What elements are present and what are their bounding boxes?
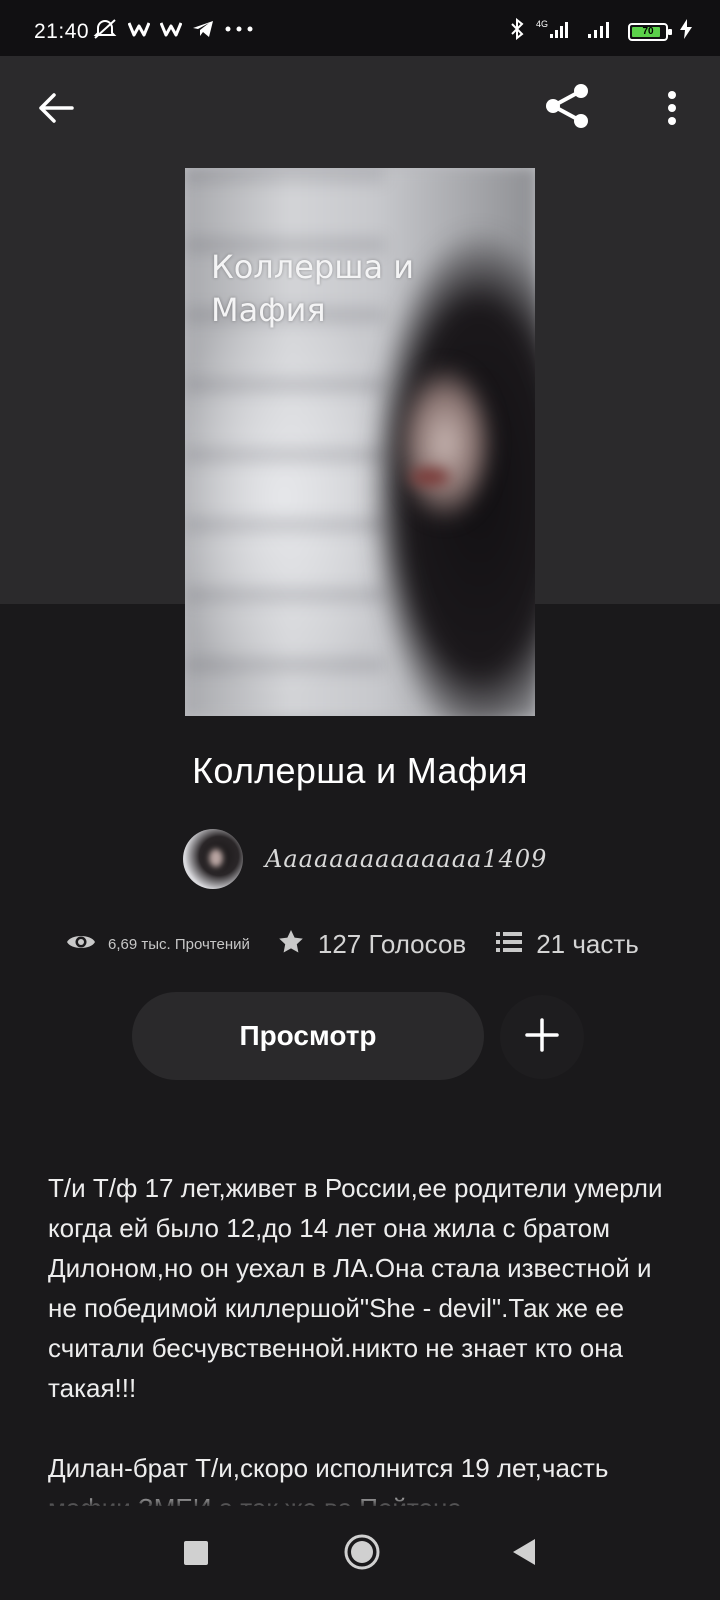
star-icon [278,929,304,960]
story-stats: 6,69 тыс. Прочтений 127 Голосов 21 часть [66,922,666,966]
w-app-icon [160,20,182,38]
signal-icon [586,18,616,45]
story-title: Коллерша и Мафия [192,750,528,791]
home-button[interactable] [338,1530,386,1578]
back-button[interactable] [30,84,82,136]
status-time: 21:40 [34,20,90,43]
reads-stat: 6,69 тыс. Прочтений [66,931,250,958]
svg-text:4G: 4G [536,19,548,29]
w-app-icon [128,20,150,38]
alarm-off-icon [92,18,118,40]
bluetooth-icon [510,17,524,45]
system-back-button[interactable] [504,1534,544,1574]
more-options-button[interactable] [650,84,694,136]
signal-4g-icon: 4G [536,18,574,45]
telegram-icon [192,20,214,38]
battery-icon: 70 [628,22,672,41]
battery-level: 70 [642,25,654,37]
square-icon [183,1540,209,1570]
parts-stat: 21 часть [496,929,639,960]
read-button[interactable]: Просмотр [132,992,484,1080]
description-fade [0,1490,720,1510]
plus-icon [525,1018,559,1056]
avatar [183,829,243,889]
list-icon [496,931,523,958]
triangle-back-icon [511,1537,537,1571]
status-left-icons [92,18,254,40]
author-name: Aaaaaaaaaaaaaa1409 [265,845,548,873]
parts-count: 21 часть [536,928,639,959]
more-dots-icon [224,24,254,34]
reads-count: 6,69 тыс. Прочтений [108,935,250,953]
cover-title-text: Коллерша и Мафия [211,248,415,330]
arrow-left-icon [38,92,74,128]
share-button[interactable] [540,80,596,136]
story-cover-image[interactable]: Коллерша и Мафия [185,168,535,716]
more-vertical-icon [666,90,678,130]
story-description: Т/и Т/ф 17 лет,живет в России,ее родител… [48,1173,663,1506]
status-right-icons: 4G 70 [510,17,692,45]
top-app-bar [0,56,720,168]
status-bar: 21:40 4G 70 [0,0,720,56]
charging-icon [680,19,692,44]
share-icon [543,81,593,135]
votes-stat: 127 Голосов [278,929,466,960]
system-nav-bar [0,1510,720,1600]
recent-apps-button[interactable] [176,1535,216,1575]
add-to-library-button[interactable] [500,995,584,1079]
votes-count: 127 Голосов [317,928,467,959]
eye-icon [66,931,96,958]
author-link[interactable]: Aaaaaaaaaaaaaa1409 [183,828,547,890]
circle-icon [343,1533,381,1575]
